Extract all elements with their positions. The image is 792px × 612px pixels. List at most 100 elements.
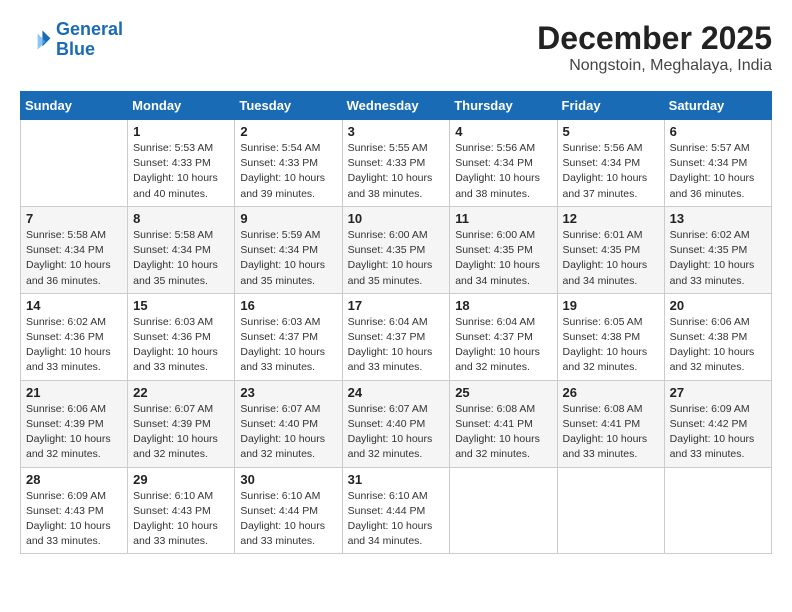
- day-number: 11: [455, 211, 551, 226]
- week-row-1: 1 Sunrise: 5:53 AM Sunset: 4:33 PM Daylig…: [21, 120, 772, 207]
- day-number: 19: [563, 298, 659, 313]
- day-number: 6: [670, 124, 766, 139]
- day-info: Sunrise: 5:53 AM Sunset: 4:33 PM Dayligh…: [133, 141, 229, 202]
- calendar-cell: 30 Sunrise: 6:10 AM Sunset: 4:44 PM Dayli…: [235, 467, 342, 554]
- day-number: 2: [240, 124, 336, 139]
- calendar-cell: [557, 467, 664, 554]
- logo-text: General Blue: [56, 20, 123, 60]
- logo: General Blue: [20, 20, 123, 60]
- day-number: 21: [26, 385, 122, 400]
- day-info: Sunrise: 5:55 AM Sunset: 4:33 PM Dayligh…: [348, 141, 445, 202]
- calendar-cell: 19 Sunrise: 6:05 AM Sunset: 4:38 PM Dayli…: [557, 293, 664, 380]
- day-header-saturday: Saturday: [664, 92, 771, 120]
- calendar-cell: 12 Sunrise: 6:01 AM Sunset: 4:35 PM Dayli…: [557, 206, 664, 293]
- day-info: Sunrise: 6:10 AM Sunset: 4:44 PM Dayligh…: [240, 489, 336, 550]
- day-number: 1: [133, 124, 229, 139]
- day-number: 4: [455, 124, 551, 139]
- calendar-cell: 15 Sunrise: 6:03 AM Sunset: 4:36 PM Dayli…: [128, 293, 235, 380]
- calendar-cell: 1 Sunrise: 5:53 AM Sunset: 4:33 PM Daylig…: [128, 120, 235, 207]
- calendar-cell: 22 Sunrise: 6:07 AM Sunset: 4:39 PM Dayli…: [128, 380, 235, 467]
- calendar-cell: 4Sunrise: 5:56 AM Sunset: 4:34 PM Daylig…: [450, 120, 557, 207]
- day-info: Sunrise: 6:00 AM Sunset: 4:35 PM Dayligh…: [348, 228, 445, 289]
- title-block: December 2025 Nongstoin, Meghalaya, Indi…: [537, 20, 772, 75]
- day-info: Sunrise: 6:02 AM Sunset: 4:35 PM Dayligh…: [670, 228, 766, 289]
- day-info: Sunrise: 6:07 AM Sunset: 4:39 PM Dayligh…: [133, 402, 229, 463]
- calendar-cell: 26 Sunrise: 6:08 AM Sunset: 4:41 PM Dayli…: [557, 380, 664, 467]
- calendar-cell: 28 Sunrise: 6:09 AM Sunset: 4:43 PM Dayli…: [21, 467, 128, 554]
- calendar-cell: 3 Sunrise: 5:55 AM Sunset: 4:33 PM Daylig…: [342, 120, 450, 207]
- day-number: 15: [133, 298, 229, 313]
- day-info: Sunrise: 6:08 AM Sunset: 4:41 PM Dayligh…: [563, 402, 659, 463]
- day-info: Sunrise: 6:06 AM Sunset: 4:38 PM Dayligh…: [670, 315, 766, 376]
- calendar-cell: 17 Sunrise: 6:04 AM Sunset: 4:37 PM Dayli…: [342, 293, 450, 380]
- calendar-cell: 10Sunrise: 6:00 AM Sunset: 4:35 PM Dayli…: [342, 206, 450, 293]
- calendar-cell: 11 Sunrise: 6:00 AM Sunset: 4:35 PM Dayli…: [450, 206, 557, 293]
- day-number: 30: [240, 472, 336, 487]
- day-number: 16: [240, 298, 336, 313]
- calendar-cell: 24 Sunrise: 6:07 AM Sunset: 4:40 PM Dayli…: [342, 380, 450, 467]
- day-number: 22: [133, 385, 229, 400]
- day-info: Sunrise: 5:58 AM Sunset: 4:34 PM Dayligh…: [133, 228, 229, 289]
- day-info: Sunrise: 6:07 AM Sunset: 4:40 PM Dayligh…: [348, 402, 445, 463]
- week-row-4: 21Sunrise: 6:06 AM Sunset: 4:39 PM Dayli…: [21, 380, 772, 467]
- day-number: 29: [133, 472, 229, 487]
- day-number: 26: [563, 385, 659, 400]
- day-info: Sunrise: 6:02 AM Sunset: 4:36 PM Dayligh…: [26, 315, 122, 376]
- day-header-sunday: Sunday: [21, 92, 128, 120]
- day-number: 20: [670, 298, 766, 313]
- calendar-cell: 9 Sunrise: 5:59 AM Sunset: 4:34 PM Daylig…: [235, 206, 342, 293]
- calendar-cell: 18 Sunrise: 6:04 AM Sunset: 4:37 PM Dayli…: [450, 293, 557, 380]
- day-number: 8: [133, 211, 229, 226]
- day-header-friday: Friday: [557, 92, 664, 120]
- calendar-subtitle: Nongstoin, Meghalaya, India: [537, 57, 772, 75]
- day-header-tuesday: Tuesday: [235, 92, 342, 120]
- day-info: Sunrise: 5:54 AM Sunset: 4:33 PM Dayligh…: [240, 141, 336, 202]
- day-info: Sunrise: 6:10 AM Sunset: 4:43 PM Dayligh…: [133, 489, 229, 550]
- calendar-cell: 31 Sunrise: 6:10 AM Sunset: 4:44 PM Dayli…: [342, 467, 450, 554]
- calendar-cell: 5Sunrise: 5:56 AM Sunset: 4:34 PM Daylig…: [557, 120, 664, 207]
- calendar-cell: 25 Sunrise: 6:08 AM Sunset: 4:41 PM Dayli…: [450, 380, 557, 467]
- day-info: Sunrise: 5:57 AM Sunset: 4:34 PM Dayligh…: [670, 141, 766, 202]
- calendar-cell: 2 Sunrise: 5:54 AM Sunset: 4:33 PM Daylig…: [235, 120, 342, 207]
- calendar-cell: 16 Sunrise: 6:03 AM Sunset: 4:37 PM Dayli…: [235, 293, 342, 380]
- day-info: Sunrise: 6:09 AM Sunset: 4:42 PM Dayligh…: [670, 402, 766, 463]
- day-info: Sunrise: 6:04 AM Sunset: 4:37 PM Dayligh…: [455, 315, 551, 376]
- day-header-thursday: Thursday: [450, 92, 557, 120]
- calendar-cell: 13 Sunrise: 6:02 AM Sunset: 4:35 PM Dayli…: [664, 206, 771, 293]
- day-number: 12: [563, 211, 659, 226]
- logo-icon: [20, 24, 52, 56]
- day-info: Sunrise: 6:04 AM Sunset: 4:37 PM Dayligh…: [348, 315, 445, 376]
- day-info: Sunrise: 6:03 AM Sunset: 4:37 PM Dayligh…: [240, 315, 336, 376]
- day-header-monday: Monday: [128, 92, 235, 120]
- day-info: Sunrise: 6:03 AM Sunset: 4:36 PM Dayligh…: [133, 315, 229, 376]
- calendar-cell: 23Sunrise: 6:07 AM Sunset: 4:40 PM Dayli…: [235, 380, 342, 467]
- calendar-cell: 8 Sunrise: 5:58 AM Sunset: 4:34 PM Daylig…: [128, 206, 235, 293]
- day-number: 31: [348, 472, 445, 487]
- calendar-cell: [450, 467, 557, 554]
- day-number: 28: [26, 472, 122, 487]
- day-number: 23: [240, 385, 336, 400]
- calendar-cell: 20 Sunrise: 6:06 AM Sunset: 4:38 PM Dayli…: [664, 293, 771, 380]
- calendar-table: SundayMondayTuesdayWednesdayThursdayFrid…: [20, 91, 772, 554]
- calendar-title: December 2025: [537, 20, 772, 57]
- day-info: Sunrise: 6:10 AM Sunset: 4:44 PM Dayligh…: [348, 489, 445, 550]
- day-number: 24: [348, 385, 445, 400]
- calendar-header-row: SundayMondayTuesdayWednesdayThursdayFrid…: [21, 92, 772, 120]
- calendar-cell: [21, 120, 128, 207]
- day-number: 18: [455, 298, 551, 313]
- calendar-cell: 6 Sunrise: 5:57 AM Sunset: 4:34 PM Daylig…: [664, 120, 771, 207]
- day-number: 25: [455, 385, 551, 400]
- day-number: 13: [670, 211, 766, 226]
- day-number: 9: [240, 211, 336, 226]
- calendar-cell: 14 Sunrise: 6:02 AM Sunset: 4:36 PM Dayli…: [21, 293, 128, 380]
- day-info: Sunrise: 6:00 AM Sunset: 4:35 PM Dayligh…: [455, 228, 551, 289]
- day-info: Sunrise: 6:08 AM Sunset: 4:41 PM Dayligh…: [455, 402, 551, 463]
- day-info: Sunrise: 6:05 AM Sunset: 4:38 PM Dayligh…: [563, 315, 659, 376]
- day-info: Sunrise: 6:01 AM Sunset: 4:35 PM Dayligh…: [563, 228, 659, 289]
- day-number: 14: [26, 298, 122, 313]
- day-info: Sunrise: 6:09 AM Sunset: 4:43 PM Dayligh…: [26, 489, 122, 550]
- day-number: 3: [348, 124, 445, 139]
- day-number: 17: [348, 298, 445, 313]
- day-header-wednesday: Wednesday: [342, 92, 450, 120]
- day-info: Sunrise: 5:59 AM Sunset: 4:34 PM Dayligh…: [240, 228, 336, 289]
